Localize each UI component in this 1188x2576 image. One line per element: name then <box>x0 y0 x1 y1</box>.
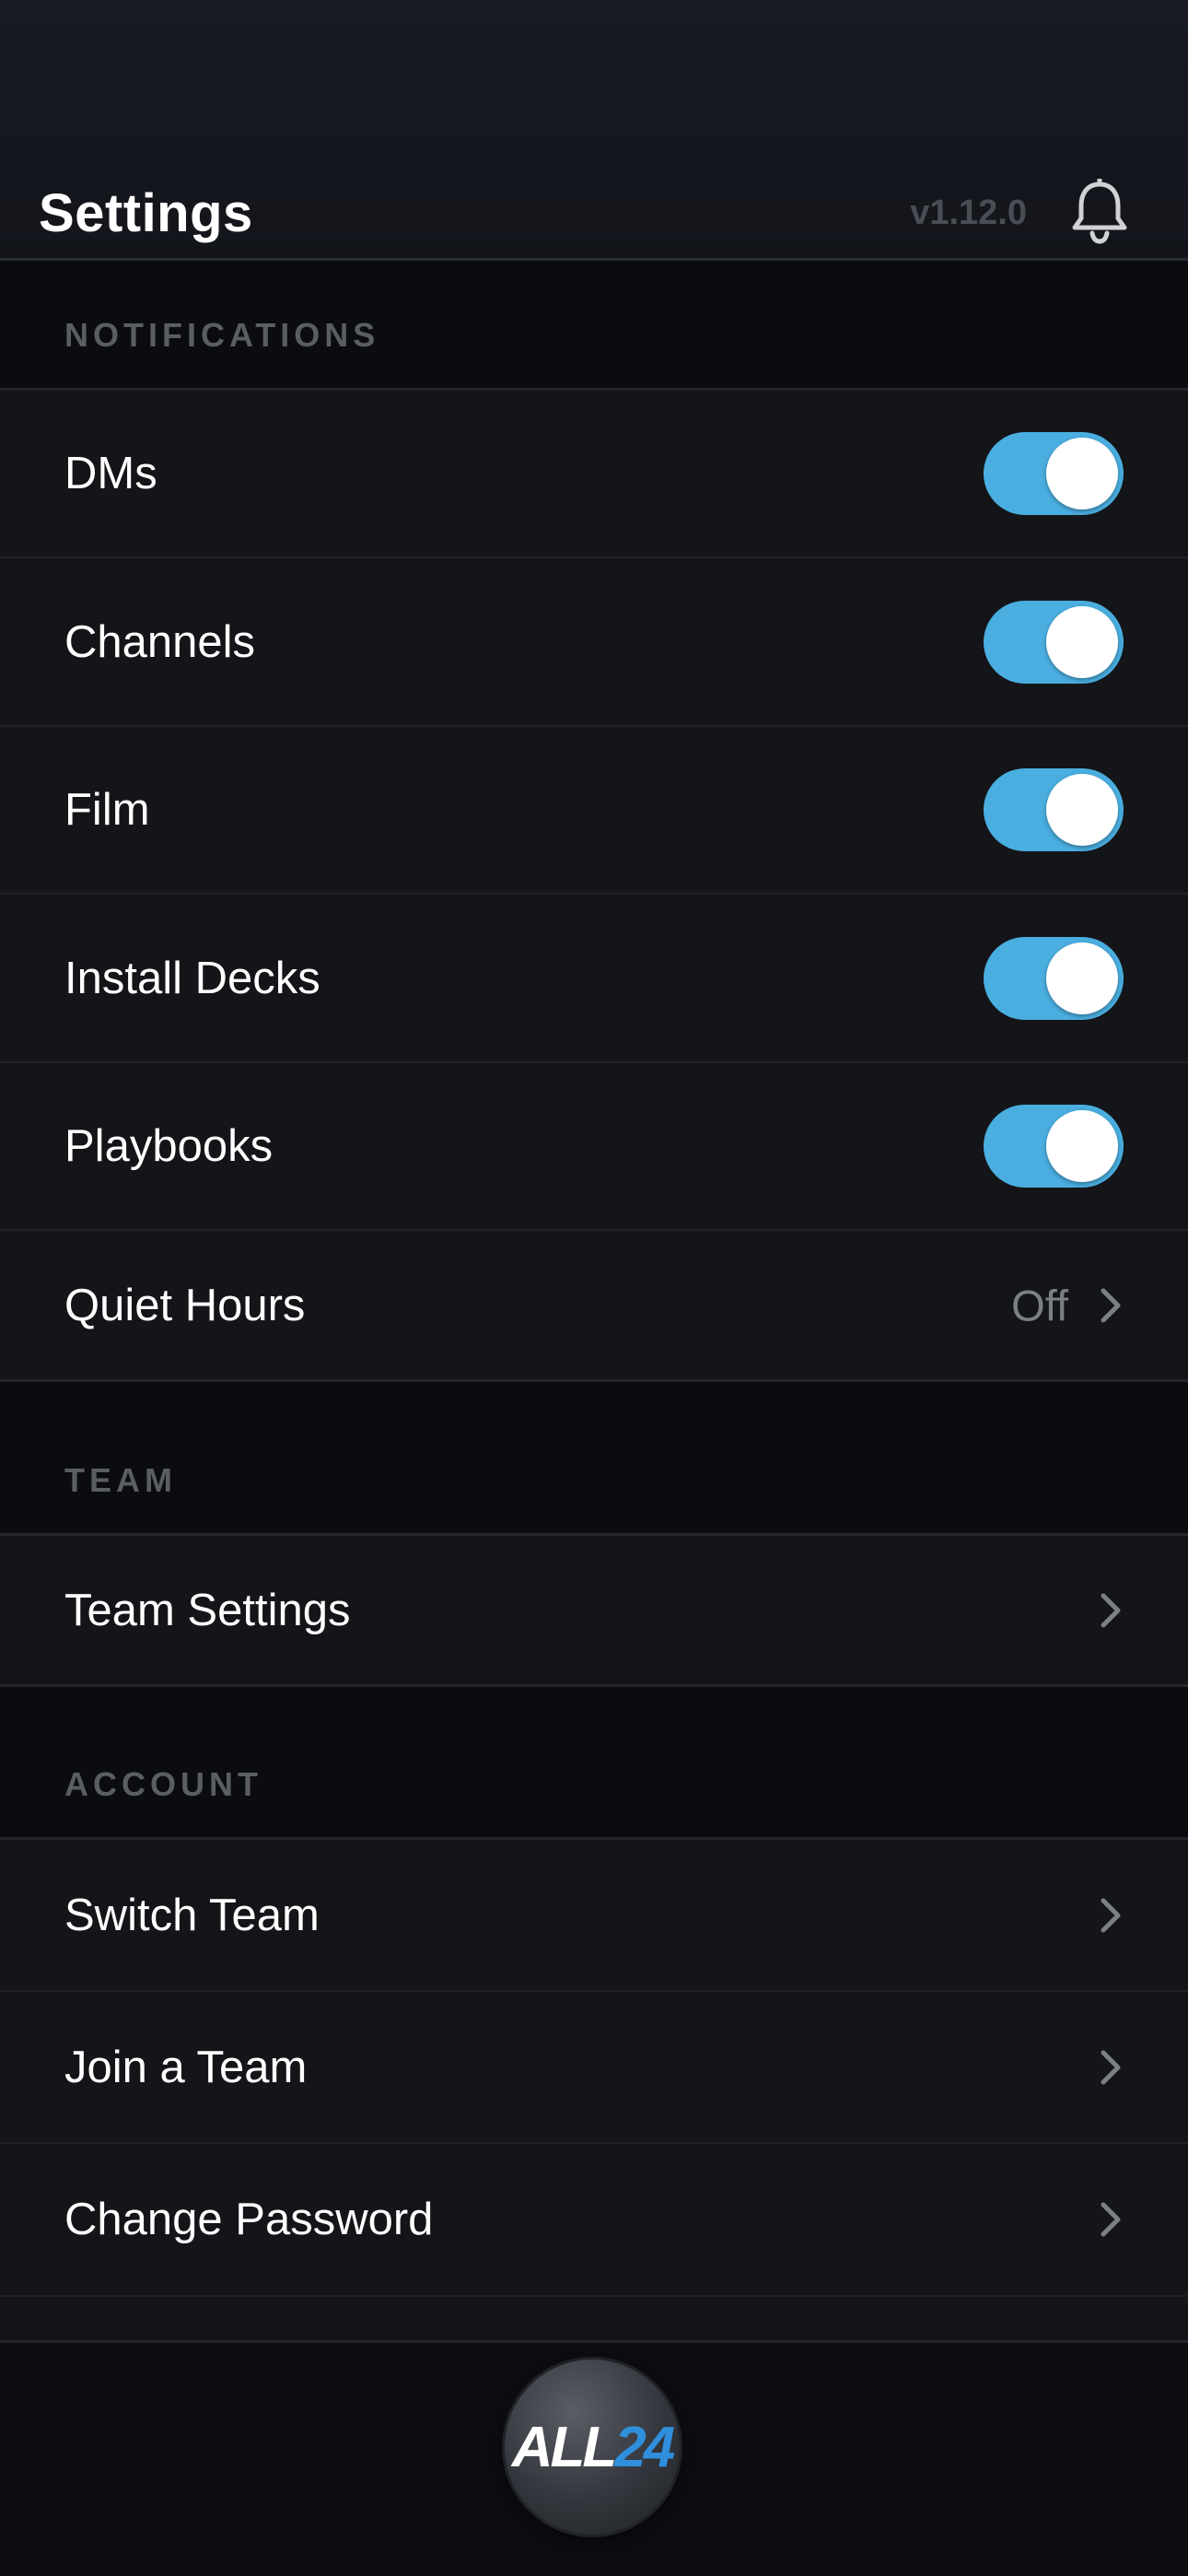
chevron-right-icon <box>1100 2201 1122 2238</box>
chevron-right-icon <box>1100 1897 1122 1934</box>
playbooks-toggle[interactable] <box>984 1105 1124 1188</box>
row-join-a-team[interactable]: Join a Team <box>0 1990 1188 2142</box>
toggle-knob <box>1046 438 1118 509</box>
logo-text: ALL 24 <box>505 2359 680 2535</box>
chevron-right-icon <box>1100 1592 1122 1629</box>
row-label: DMs <box>64 449 157 498</box>
row-label: Join a Team <box>64 2042 308 2092</box>
logo-text-all: ALL <box>511 2415 618 2479</box>
toggle-knob <box>1046 942 1118 1014</box>
row-film[interactable]: Film <box>0 725 1188 893</box>
version-label: v1.12.0 <box>910 193 1027 232</box>
row-dms[interactable]: DMs <box>0 388 1188 556</box>
row-label: Playbooks <box>64 1121 274 1171</box>
chevron-right-icon <box>1100 1287 1122 1324</box>
section-label-team: TEAM <box>64 1461 177 1499</box>
section-header-notifications: NOTIFICATIONS <box>0 261 1188 388</box>
channels-toggle[interactable] <box>984 600 1124 684</box>
row-playbooks[interactable]: Playbooks <box>0 1061 1188 1229</box>
row-label: Quiet Hours <box>64 1280 306 1330</box>
bottom-bar: ALL 24 <box>0 2340 1188 2576</box>
section-label-notifications: NOTIFICATIONS <box>64 316 380 354</box>
row-label: Switch Team <box>64 1890 320 1940</box>
row-quiet-hours[interactable]: Quiet Hours Off <box>0 1229 1188 1382</box>
logo-text-24: 24 <box>614 2415 675 2479</box>
all24-logo-button[interactable]: ALL 24 <box>505 2359 680 2535</box>
toggle-knob <box>1046 774 1118 846</box>
quiet-hours-value: Off <box>1011 1281 1068 1329</box>
row-switch-team[interactable]: Switch Team <box>0 1837 1188 1990</box>
bell-icon[interactable] <box>1068 177 1131 245</box>
toggle-knob <box>1046 605 1118 678</box>
row-partial <box>0 2295 1188 2340</box>
row-label: Team Settings <box>64 1585 351 1635</box>
toggle-knob <box>1046 1110 1118 1182</box>
row-label: Install Decks <box>64 953 320 1003</box>
section-header-team: TEAM <box>0 1382 1188 1533</box>
row-team-settings[interactable]: Team Settings <box>0 1533 1188 1687</box>
chevron-right-icon <box>1100 2049 1122 2086</box>
install-decks-toggle[interactable] <box>984 936 1124 1020</box>
row-channels[interactable]: Channels <box>0 556 1188 725</box>
film-toggle[interactable] <box>984 768 1124 851</box>
section-header-account: ACCOUNT <box>0 1687 1188 1837</box>
row-change-password[interactable]: Change Password <box>0 2142 1188 2295</box>
row-label: Change Password <box>64 2195 434 2244</box>
row-label: Channels <box>64 616 256 667</box>
page-title: Settings <box>39 183 253 243</box>
top-bar: Settings v1.12.0 <box>0 0 1188 261</box>
dms-toggle[interactable] <box>984 432 1124 515</box>
row-label: Film <box>64 785 150 835</box>
row-install-decks[interactable]: Install Decks <box>0 893 1188 1061</box>
section-label-account: ACCOUNT <box>64 1765 262 1803</box>
